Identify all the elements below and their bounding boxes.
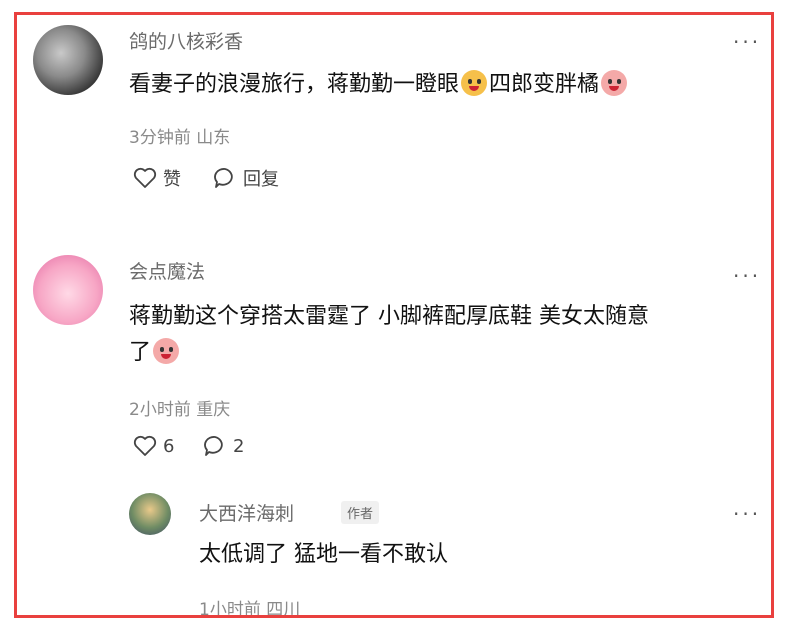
comment-text-part: 四郎变胖橘: [489, 72, 600, 97]
smirk-emoji-icon: [461, 70, 488, 96]
comment-author[interactable]: 会点魔法: [129, 257, 205, 284]
more-options-icon[interactable]: ···: [733, 504, 761, 524]
heart-icon: [133, 435, 157, 456]
comment-meta: 3分钟前 山东: [129, 128, 231, 148]
more-options-icon[interactable]: ···: [733, 266, 761, 286]
reply-label: 回复: [243, 169, 279, 190]
author-badge: 作者: [341, 501, 380, 524]
comment-text-part: 看妻子的浪漫旅行，蒋勤勤一瞪眼: [129, 72, 460, 97]
avatar[interactable]: [33, 255, 103, 325]
comment-bubble-icon: [214, 168, 233, 188]
comment-text: 看妻子的浪漫旅行，蒋勤勤一瞪眼 四郎变胖橘: [129, 67, 749, 103]
reply-count: 2: [233, 435, 245, 457]
avatar[interactable]: [129, 493, 171, 535]
like-button[interactable]: 赞: [133, 165, 181, 191]
comment-text-part: 了: [129, 340, 152, 365]
reply-text: 太低调了 猛地一看不敢认: [199, 542, 448, 567]
crying-emoji-icon: [601, 70, 628, 96]
reply-meta: 1小时前 四川: [199, 600, 301, 618]
comment-text-line: 蒋勤勤这个穿搭太雷霆了 小脚裤配厚底鞋 美女太随意: [129, 304, 649, 329]
comment-text-line: 了: [129, 335, 749, 371]
reply-button[interactable]: 2: [203, 435, 244, 457]
like-label: 赞: [163, 169, 181, 190]
reply-button[interactable]: 回复: [213, 165, 279, 191]
like-count: 6: [163, 435, 175, 457]
heart-icon: [133, 167, 157, 188]
comment-author[interactable]: 鸽的八核彩香: [129, 27, 243, 54]
screenshot-frame: 鸽的八核彩香 ··· 看妻子的浪漫旅行，蒋勤勤一瞪眼 四郎变胖橘 3分钟前 山东 …: [14, 12, 774, 618]
like-button[interactable]: 6: [133, 435, 174, 457]
comment-text: 蒋勤勤这个穿搭太雷霆了 小脚裤配厚底鞋 美女太随意 了: [129, 299, 749, 371]
crying-emoji-icon: [153, 338, 180, 364]
comment-meta: 2小时前 重庆: [129, 400, 231, 420]
more-options-icon[interactable]: ···: [733, 32, 761, 52]
comment-bubble-icon: [204, 436, 223, 456]
avatar[interactable]: [33, 25, 103, 95]
reply-author[interactable]: 大西洋海刺: [199, 499, 294, 526]
